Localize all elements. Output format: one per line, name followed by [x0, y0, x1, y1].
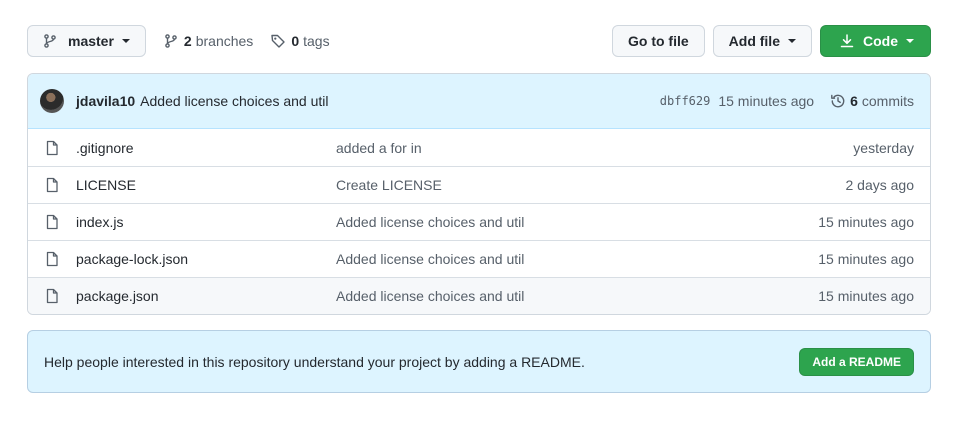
- file-row[interactable]: index.js Added license choices and util …: [28, 203, 930, 240]
- file-age: yesterday: [853, 139, 914, 156]
- code-label: Code: [863, 33, 898, 49]
- readme-prompt-text: Help people interested in this repositor…: [44, 353, 585, 370]
- file-browser: jdavila10 Added license choices and util…: [27, 73, 931, 315]
- file-row[interactable]: LICENSE Create LICENSE 2 days ago: [28, 166, 930, 203]
- chevron-down-icon: [121, 39, 130, 43]
- commits-count: 6: [850, 93, 858, 109]
- commit-author[interactable]: jdavila10: [76, 93, 135, 109]
- file-age: 15 minutes ago: [818, 214, 914, 230]
- tags-count: 0: [291, 33, 300, 49]
- go-to-file-label: Go to file: [627, 33, 689, 49]
- add-file-label: Add file: [728, 33, 780, 49]
- branches-label: branches: [195, 33, 254, 49]
- file-commit-message[interactable]: Added license choices and util: [336, 251, 818, 267]
- file-list: .gitignore added a for in yesterday LICE…: [28, 129, 930, 314]
- file-icon: [44, 177, 60, 193]
- repo-toolbar: master 2 branches 0 tags Go to file Add …: [27, 25, 931, 57]
- chevron-down-icon: [906, 39, 914, 43]
- file-row[interactable]: .gitignore added a for in yesterday: [28, 129, 930, 166]
- tag-icon: [271, 34, 286, 48]
- file-age: 2 days ago: [845, 177, 915, 193]
- file-commit-message[interactable]: added a for in: [336, 140, 853, 156]
- branch-select-button[interactable]: master: [27, 25, 146, 57]
- file-icon: [44, 214, 60, 230]
- file-name[interactable]: package.json: [76, 288, 336, 304]
- file-name[interactable]: LICENSE: [76, 177, 336, 193]
- add-file-button[interactable]: Add file: [712, 25, 812, 57]
- git-branch-icon: [44, 34, 56, 48]
- commit-message[interactable]: Added license choices and util: [140, 93, 328, 109]
- chevron-down-icon: [788, 39, 796, 43]
- latest-commit-bar: jdavila10 Added license choices and util…: [28, 74, 930, 129]
- go-to-file-button[interactable]: Go to file: [611, 25, 705, 57]
- tags-label: tags: [303, 33, 330, 49]
- avatar[interactable]: [40, 89, 64, 113]
- file-icon: [44, 140, 60, 156]
- commits-label: commits: [861, 93, 914, 109]
- file-age: 15 minutes ago: [818, 288, 914, 304]
- tags-link[interactable]: 0 tags: [270, 33, 330, 49]
- add-readme-button[interactable]: Add a README: [799, 347, 914, 376]
- commit-sha[interactable]: dbff629: [660, 94, 711, 108]
- commit-time: 15 minutes ago: [718, 93, 815, 109]
- file-icon: [44, 251, 60, 267]
- file-name[interactable]: package-lock.json: [76, 251, 336, 267]
- repo-page: master 2 branches 0 tags Go to file Add …: [0, 0, 957, 426]
- file-name[interactable]: .gitignore: [76, 140, 336, 156]
- download-icon: [840, 34, 854, 48]
- file-commit-message[interactable]: Added license choices and util: [336, 214, 818, 230]
- readme-banner: Help people interested in this repositor…: [27, 330, 931, 393]
- file-name[interactable]: index.js: [76, 214, 336, 230]
- file-commit-message[interactable]: Added license choices and util: [336, 288, 818, 304]
- git-branch-icon: [165, 34, 177, 48]
- file-icon: [44, 288, 60, 304]
- code-button[interactable]: Code: [820, 25, 931, 57]
- file-row[interactable]: package-lock.json Added license choices …: [28, 240, 930, 277]
- history-icon: [831, 94, 845, 108]
- branches-link[interactable]: 2 branches: [163, 33, 253, 49]
- file-age: 15 minutes ago: [818, 251, 914, 267]
- commits-link[interactable]: 6 commits: [830, 93, 914, 109]
- file-row[interactable]: package.json Added license choices and u…: [28, 277, 930, 314]
- branch-label: master: [68, 33, 114, 49]
- branches-count: 2: [183, 33, 192, 49]
- file-commit-message[interactable]: Create LICENSE: [336, 177, 846, 193]
